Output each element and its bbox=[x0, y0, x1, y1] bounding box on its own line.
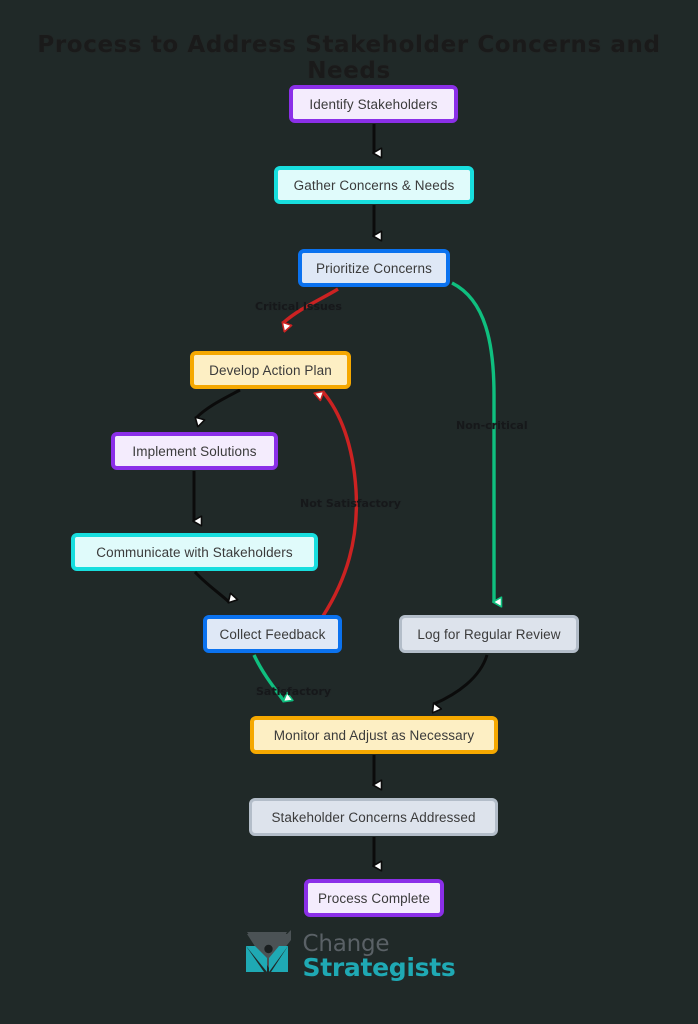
flow-node-label: Collect Feedback bbox=[219, 626, 326, 642]
edge-layer bbox=[0, 124, 698, 1024]
logo-line-strategists: Strategists bbox=[302, 952, 456, 982]
brand-logo: Change Strategists bbox=[0, 928, 698, 985]
flow-node-label: Implement Solutions bbox=[132, 443, 257, 459]
diagram-canvas: Process to Address Stakeholder Concerns … bbox=[0, 0, 698, 1024]
flow-node-label: Process Complete bbox=[318, 890, 430, 906]
flow-node-gather[interactable]: Gather Concerns & Needs bbox=[274, 166, 474, 204]
edge-collect-monitor bbox=[252, 654, 284, 701]
logo-wordmark: Change Strategists bbox=[303, 933, 456, 980]
edge-develop-implement bbox=[196, 388, 241, 418]
edge-collect-develop bbox=[323, 392, 359, 617]
edge-communicate-collect bbox=[193, 570, 229, 602]
flow-node-label: Stakeholder Concerns Addressed bbox=[271, 809, 476, 825]
flow-node-implement[interactable]: Implement Solutions bbox=[111, 432, 278, 470]
checkmark-shield-icon bbox=[243, 928, 297, 985]
edge-prioritize-log bbox=[451, 281, 494, 602]
flow-node-monitor[interactable]: Monitor and Adjust as Necessary bbox=[250, 716, 498, 754]
flow-node-log[interactable]: Log for Regular Review bbox=[399, 615, 579, 653]
flow-node-label: Gather Concerns & Needs bbox=[293, 177, 455, 193]
edge-prioritize-develop bbox=[283, 287, 339, 323]
flow-node-addressed[interactable]: Stakeholder Concerns Addressed bbox=[249, 798, 498, 836]
flow-node-label: Prioritize Concerns bbox=[316, 260, 432, 276]
edge-label-satisfactory: Satisfactory bbox=[256, 685, 332, 698]
flow-node-develop[interactable]: Develop Action Plan bbox=[190, 351, 351, 389]
flow-node-label: Monitor and Adjust as Necessary bbox=[273, 727, 475, 743]
flow-node-label: Identify Stakeholders bbox=[309, 96, 438, 112]
flow-node-communicate[interactable]: Communicate with Stakeholders bbox=[71, 533, 318, 571]
flow-node-complete[interactable]: Process Complete bbox=[304, 879, 444, 917]
flow-node-label: Communicate with Stakeholders bbox=[96, 544, 293, 560]
edge-label-critical: Critical Issues bbox=[255, 300, 342, 313]
flow-node-identify[interactable]: Identify Stakeholders bbox=[289, 85, 458, 123]
edge-label-noncritical: Non-critical bbox=[456, 419, 528, 432]
page-title: Process to Address Stakeholder Concerns … bbox=[37, 32, 661, 84]
flow-node-collect[interactable]: Collect Feedback bbox=[203, 615, 342, 653]
flow-node-label: Log for Regular Review bbox=[417, 626, 561, 642]
edge-label-notsat: Not Satisfactory bbox=[300, 497, 401, 510]
edge-log-monitor bbox=[434, 654, 489, 704]
flow-node-label: Develop Action Plan bbox=[209, 362, 332, 378]
flow-node-prioritize[interactable]: Prioritize Concerns bbox=[298, 249, 450, 287]
